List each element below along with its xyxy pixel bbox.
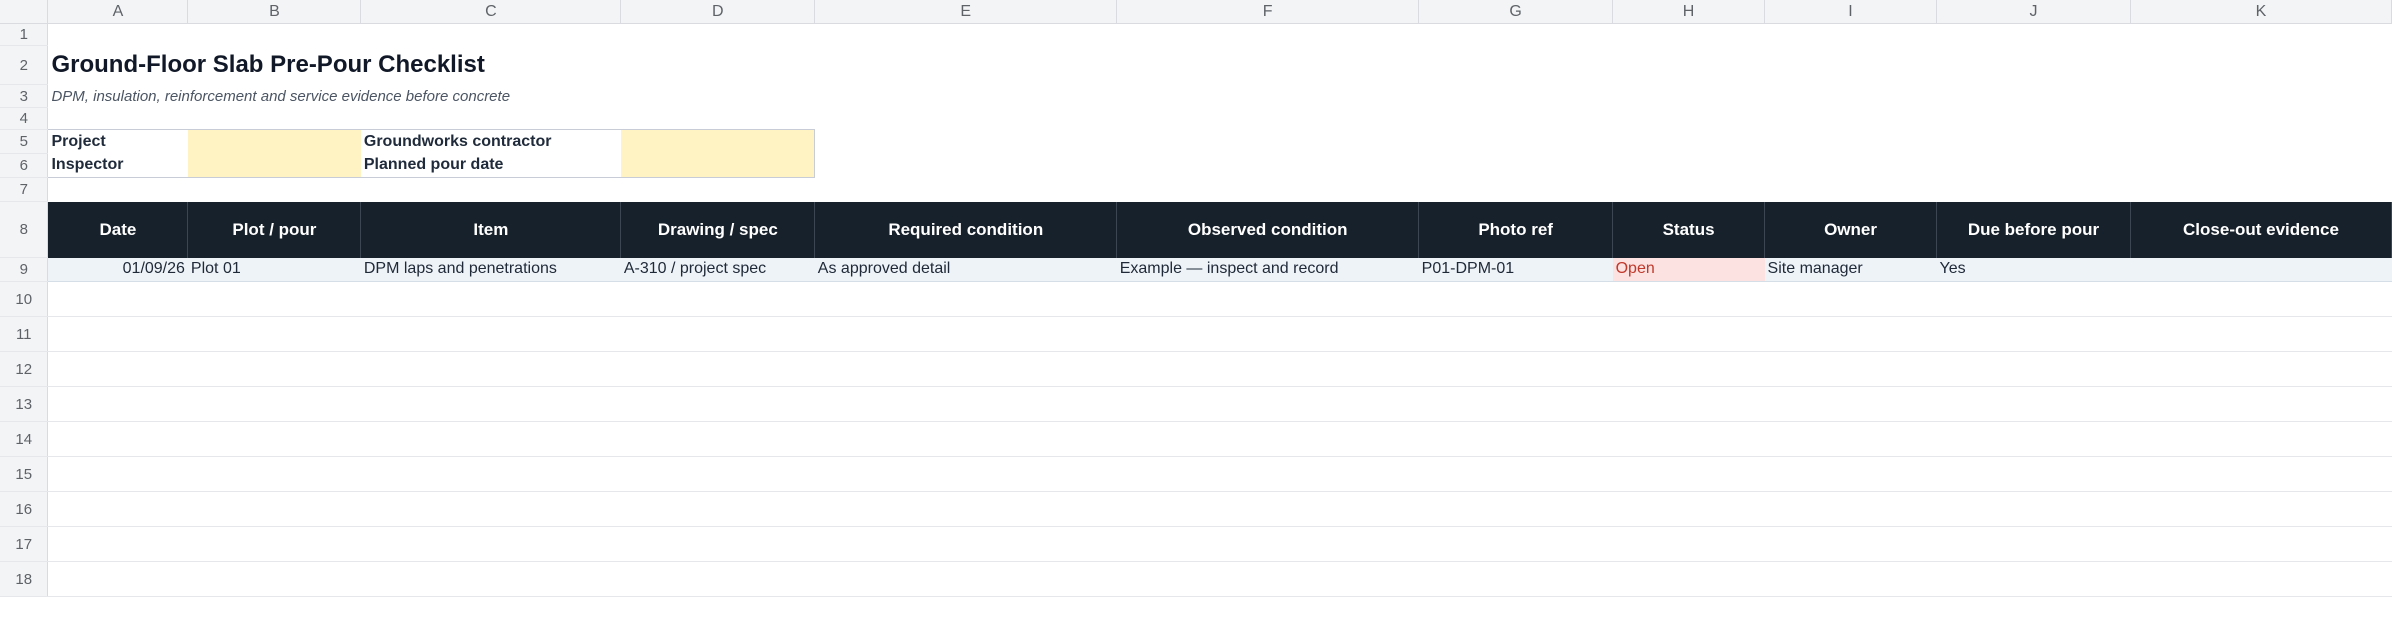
row-header-13[interactable]: 13 — [0, 386, 49, 422]
header-status[interactable]: Status — [1612, 201, 1766, 258]
empty-row[interactable] — [48, 178, 2392, 202]
header-close-out-evidence[interactable]: Close-out evidence — [2130, 201, 2392, 258]
column-header-e[interactable]: E — [814, 0, 1118, 24]
empty-row[interactable] — [47, 421, 2392, 457]
empty-row[interactable] — [48, 24, 2392, 46]
pour-date-input[interactable] — [620, 153, 816, 178]
empty-row[interactable] — [47, 351, 2392, 387]
sheet-grid: A B C D E F G H I J K 1 2 Ground-Floor S… — [0, 0, 2392, 597]
column-header-d[interactable]: D — [620, 0, 816, 24]
cell-owner[interactable]: Site manager — [1764, 257, 1937, 282]
row-header-14[interactable]: 14 — [0, 421, 49, 457]
cell-plot-pour[interactable]: Plot 01 — [187, 257, 361, 282]
cell-observed-condition[interactable]: Example — inspect and record — [1116, 257, 1419, 282]
header-photo-ref[interactable]: Photo ref — [1418, 201, 1614, 258]
pour-date-label[interactable]: Planned pour date — [360, 153, 621, 178]
cell-required-condition[interactable]: As approved detail — [814, 257, 1117, 282]
row-header-1[interactable]: 1 — [0, 23, 49, 46]
header-owner[interactable]: Owner — [1764, 201, 1937, 258]
column-header-c[interactable]: C — [360, 0, 622, 24]
column-header-a[interactable]: A — [47, 0, 189, 24]
empty-row[interactable] — [47, 386, 2392, 422]
row-header-18[interactable]: 18 — [0, 561, 49, 597]
project-label[interactable]: Project — [47, 129, 188, 154]
contractor-input[interactable] — [620, 129, 816, 154]
row-header-17[interactable]: 17 — [0, 526, 49, 562]
sheet-title[interactable]: Ground-Floor Slab Pre-Pour Checklist — [48, 46, 2392, 85]
header-date[interactable]: Date — [47, 201, 189, 258]
column-header-i[interactable]: I — [1764, 0, 1937, 24]
empty-row[interactable] — [47, 316, 2392, 352]
select-all-corner[interactable] — [0, 0, 49, 24]
row-header-4[interactable]: 4 — [0, 107, 49, 130]
spreadsheet: A B C D E F G H I J K 1 2 Ground-Floor S… — [0, 0, 2392, 619]
row-header-7[interactable]: 7 — [0, 177, 49, 202]
row-header-6[interactable]: 6 — [0, 153, 49, 178]
empty-row[interactable] — [47, 526, 2392, 562]
column-header-g[interactable]: G — [1418, 0, 1614, 24]
header-due-before-pour[interactable]: Due before pour — [1936, 201, 2131, 258]
empty-row[interactable] — [47, 561, 2392, 597]
empty-row[interactable] — [48, 108, 2392, 130]
column-header-f[interactable]: F — [1116, 0, 1420, 24]
row-header-8[interactable]: 8 — [0, 201, 49, 258]
header-observed-condition[interactable]: Observed condition — [1116, 201, 1420, 258]
row-header-3[interactable]: 3 — [0, 84, 49, 108]
status-badge[interactable]: Open — [1612, 257, 1765, 282]
cell-close-out-evidence[interactable] — [2130, 257, 2392, 282]
row-header-11[interactable]: 11 — [0, 316, 49, 352]
row-header-15[interactable]: 15 — [0, 456, 49, 492]
header-plot-pour[interactable]: Plot / pour — [187, 201, 362, 258]
cell-due-before-pour[interactable]: Yes — [1936, 257, 2131, 282]
empty-row[interactable] — [47, 491, 2392, 527]
contractor-label[interactable]: Groundworks contractor — [360, 129, 621, 154]
empty-cell[interactable] — [815, 130, 2392, 154]
header-drawing-spec[interactable]: Drawing / spec — [620, 201, 816, 258]
cell-drawing-spec[interactable]: A-310 / project spec — [620, 257, 815, 282]
column-header-j[interactable]: J — [1936, 0, 2131, 24]
row-header-5[interactable]: 5 — [0, 129, 49, 154]
row-header-2[interactable]: 2 — [0, 45, 49, 85]
header-required-condition[interactable]: Required condition — [814, 201, 1118, 258]
project-input[interactable] — [187, 129, 361, 154]
cell-item[interactable]: DPM laps and penetrations — [360, 257, 621, 282]
row-header-10[interactable]: 10 — [0, 281, 49, 317]
column-header-k[interactable]: K — [2130, 0, 2392, 24]
empty-cell[interactable] — [815, 154, 2392, 178]
column-header-b[interactable]: B — [187, 0, 362, 24]
sheet-subtitle[interactable]: DPM, insulation, reinforcement and servi… — [48, 85, 2392, 108]
cell-date[interactable]: 01/09/26 — [47, 257, 188, 282]
row-header-12[interactable]: 12 — [0, 351, 49, 387]
empty-row[interactable] — [47, 281, 2392, 317]
empty-row[interactable] — [47, 456, 2392, 492]
cell-photo-ref[interactable]: P01-DPM-01 — [1418, 257, 1613, 282]
inspector-label[interactable]: Inspector — [47, 153, 188, 178]
row-header-9[interactable]: 9 — [0, 257, 49, 282]
inspector-input[interactable] — [187, 153, 361, 178]
header-item[interactable]: Item — [360, 201, 622, 258]
row-header-16[interactable]: 16 — [0, 491, 49, 527]
column-header-h[interactable]: H — [1612, 0, 1766, 24]
